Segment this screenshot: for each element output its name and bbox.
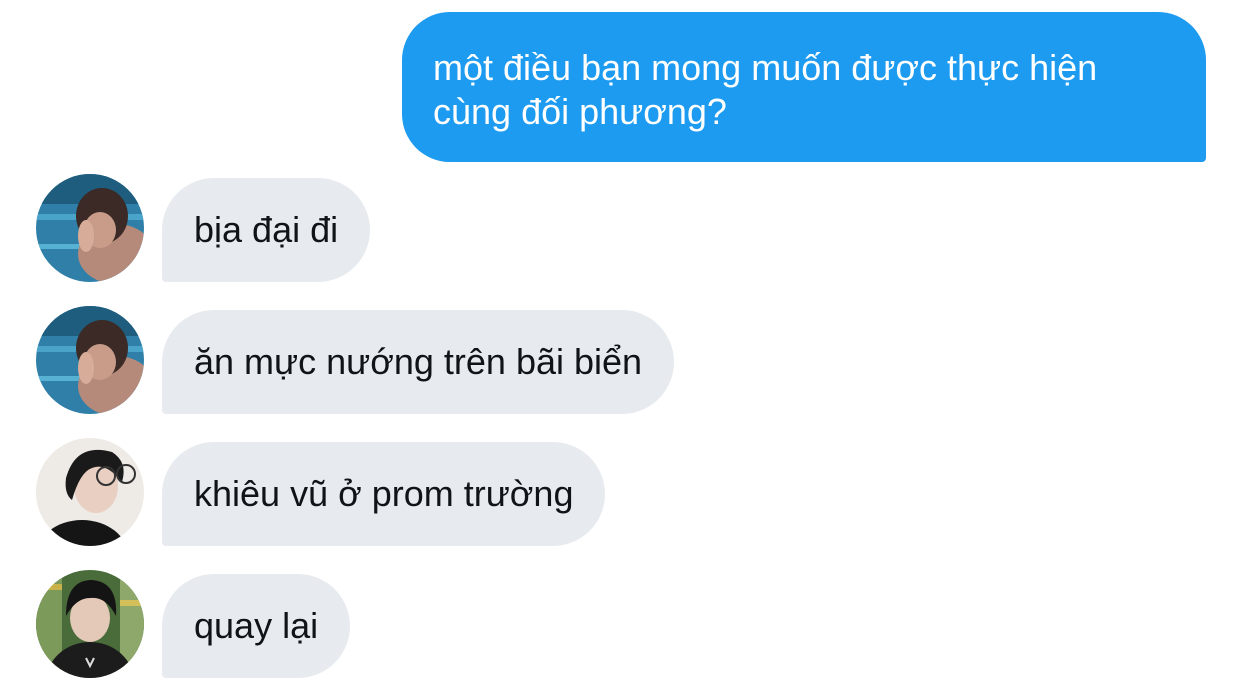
received-message-bubble[interactable]: ăn mực nướng trên bãi biển bbox=[162, 310, 675, 414]
received-message-bubble[interactable]: khiêu vũ ở prom trường bbox=[162, 442, 606, 546]
received-message-bubble[interactable]: bịa đại đi bbox=[162, 178, 371, 282]
sent-message-bubble[interactable]: một điều bạn mong muốn được thực hiện cù… bbox=[402, 12, 1206, 162]
avatar-pool-photo-icon bbox=[36, 306, 144, 414]
received-message-bubble[interactable]: quay lại bbox=[162, 574, 351, 678]
received-message-text: ăn mực nướng trên bãi biển bbox=[194, 341, 643, 382]
avatar-pool-photo-icon bbox=[36, 174, 144, 282]
avatar[interactable] bbox=[36, 174, 144, 282]
sent-message-text: một điều bạn mong muốn được thực hiện cù… bbox=[433, 47, 1098, 132]
received-message-text: khiêu vũ ở prom trường bbox=[194, 473, 574, 514]
avatar[interactable] bbox=[36, 570, 144, 678]
avatar-glasses-photo-icon bbox=[36, 438, 144, 546]
avatar-hoodie-photo-icon bbox=[36, 570, 144, 678]
avatar[interactable] bbox=[36, 438, 144, 546]
received-message-text: bịa đại đi bbox=[194, 209, 339, 250]
received-message-text: quay lại bbox=[194, 605, 319, 646]
avatar[interactable] bbox=[36, 306, 144, 414]
